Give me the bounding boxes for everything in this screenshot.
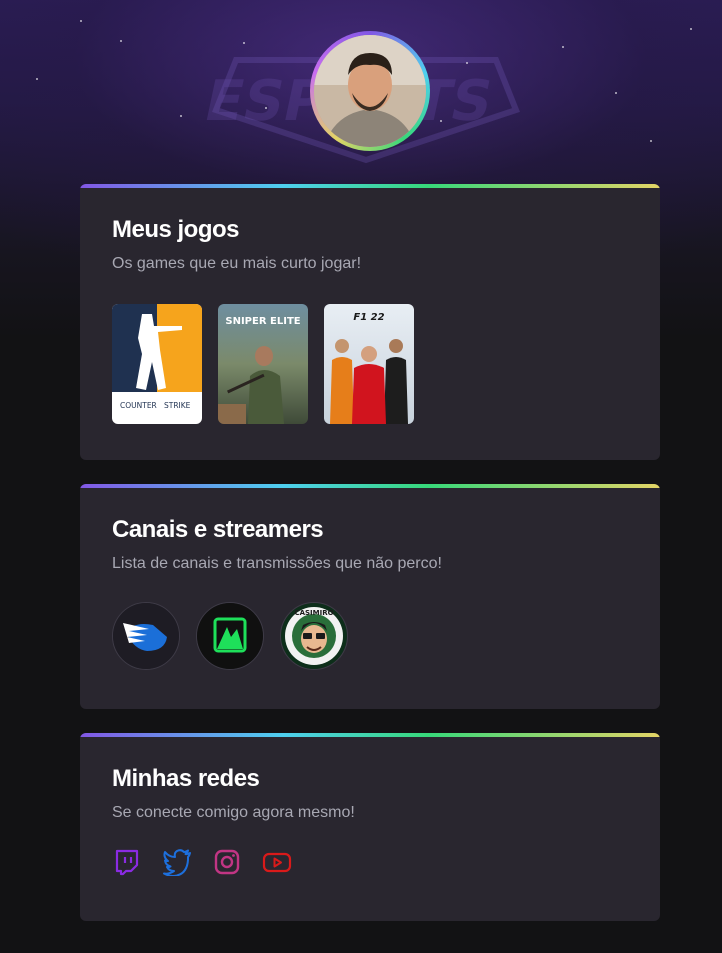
social-links <box>112 847 628 877</box>
game-cover-f1-22[interactable]: F1 22 <box>324 304 414 424</box>
channels-card-title: Canais e streamers <box>112 516 324 543</box>
avatar <box>314 35 426 147</box>
youtube-link[interactable] <box>262 847 292 877</box>
game-cover-text-1: COUNTER <box>120 401 157 410</box>
instagram-link[interactable] <box>212 847 242 877</box>
game-cover-text-1: F1 22 <box>353 312 384 323</box>
channel-wing[interactable] <box>112 602 180 670</box>
casimiro-label: CASIMIRO <box>294 609 333 617</box>
social-card: Minhas redes Se conecte comigo agora mes… <box>80 733 660 921</box>
green-logo-icon <box>197 603 263 669</box>
youtube-icon <box>262 852 292 873</box>
twitch-icon <box>115 849 139 876</box>
instagram-icon <box>214 849 240 875</box>
game-cover-counter-strike[interactable]: COUNTER STRIKE <box>112 304 202 424</box>
channels-card: Canais e streamers Lista de canais e tra… <box>80 484 660 709</box>
channel-casimiro[interactable]: CASIMIRO <box>280 602 348 670</box>
games-card: Meus jogos Os games que eu mais curto jo… <box>80 184 660 460</box>
twitter-icon <box>163 849 191 876</box>
social-card-subtitle: Se conecte comigo agora mesmo! <box>112 804 355 821</box>
games-list: COUNTER STRIKE SNIPER ELITE F1 22 <box>112 304 628 424</box>
games-card-title: Meus jogos <box>112 216 240 243</box>
twitch-link[interactable] <box>112 847 142 877</box>
wing-logo-icon <box>113 603 179 669</box>
game-cover-text-1: SNIPER ELITE <box>225 316 300 327</box>
casimiro-logo-icon: CASIMIRO <box>281 603 347 669</box>
twitter-link[interactable] <box>162 847 192 877</box>
channel-green[interactable] <box>196 602 264 670</box>
game-cover-text-2: STRIKE <box>164 401 191 410</box>
game-cover-sniper-elite[interactable]: SNIPER ELITE <box>218 304 308 424</box>
channels-card-subtitle: Lista de canais e transmissões que não p… <box>112 555 442 572</box>
social-card-title: Minhas redes <box>112 765 260 792</box>
games-card-subtitle: Os games que eu mais curto jogar! <box>112 255 362 272</box>
channels-list: CASIMIRO <box>112 602 628 670</box>
profile-avatar-ring <box>310 31 430 151</box>
